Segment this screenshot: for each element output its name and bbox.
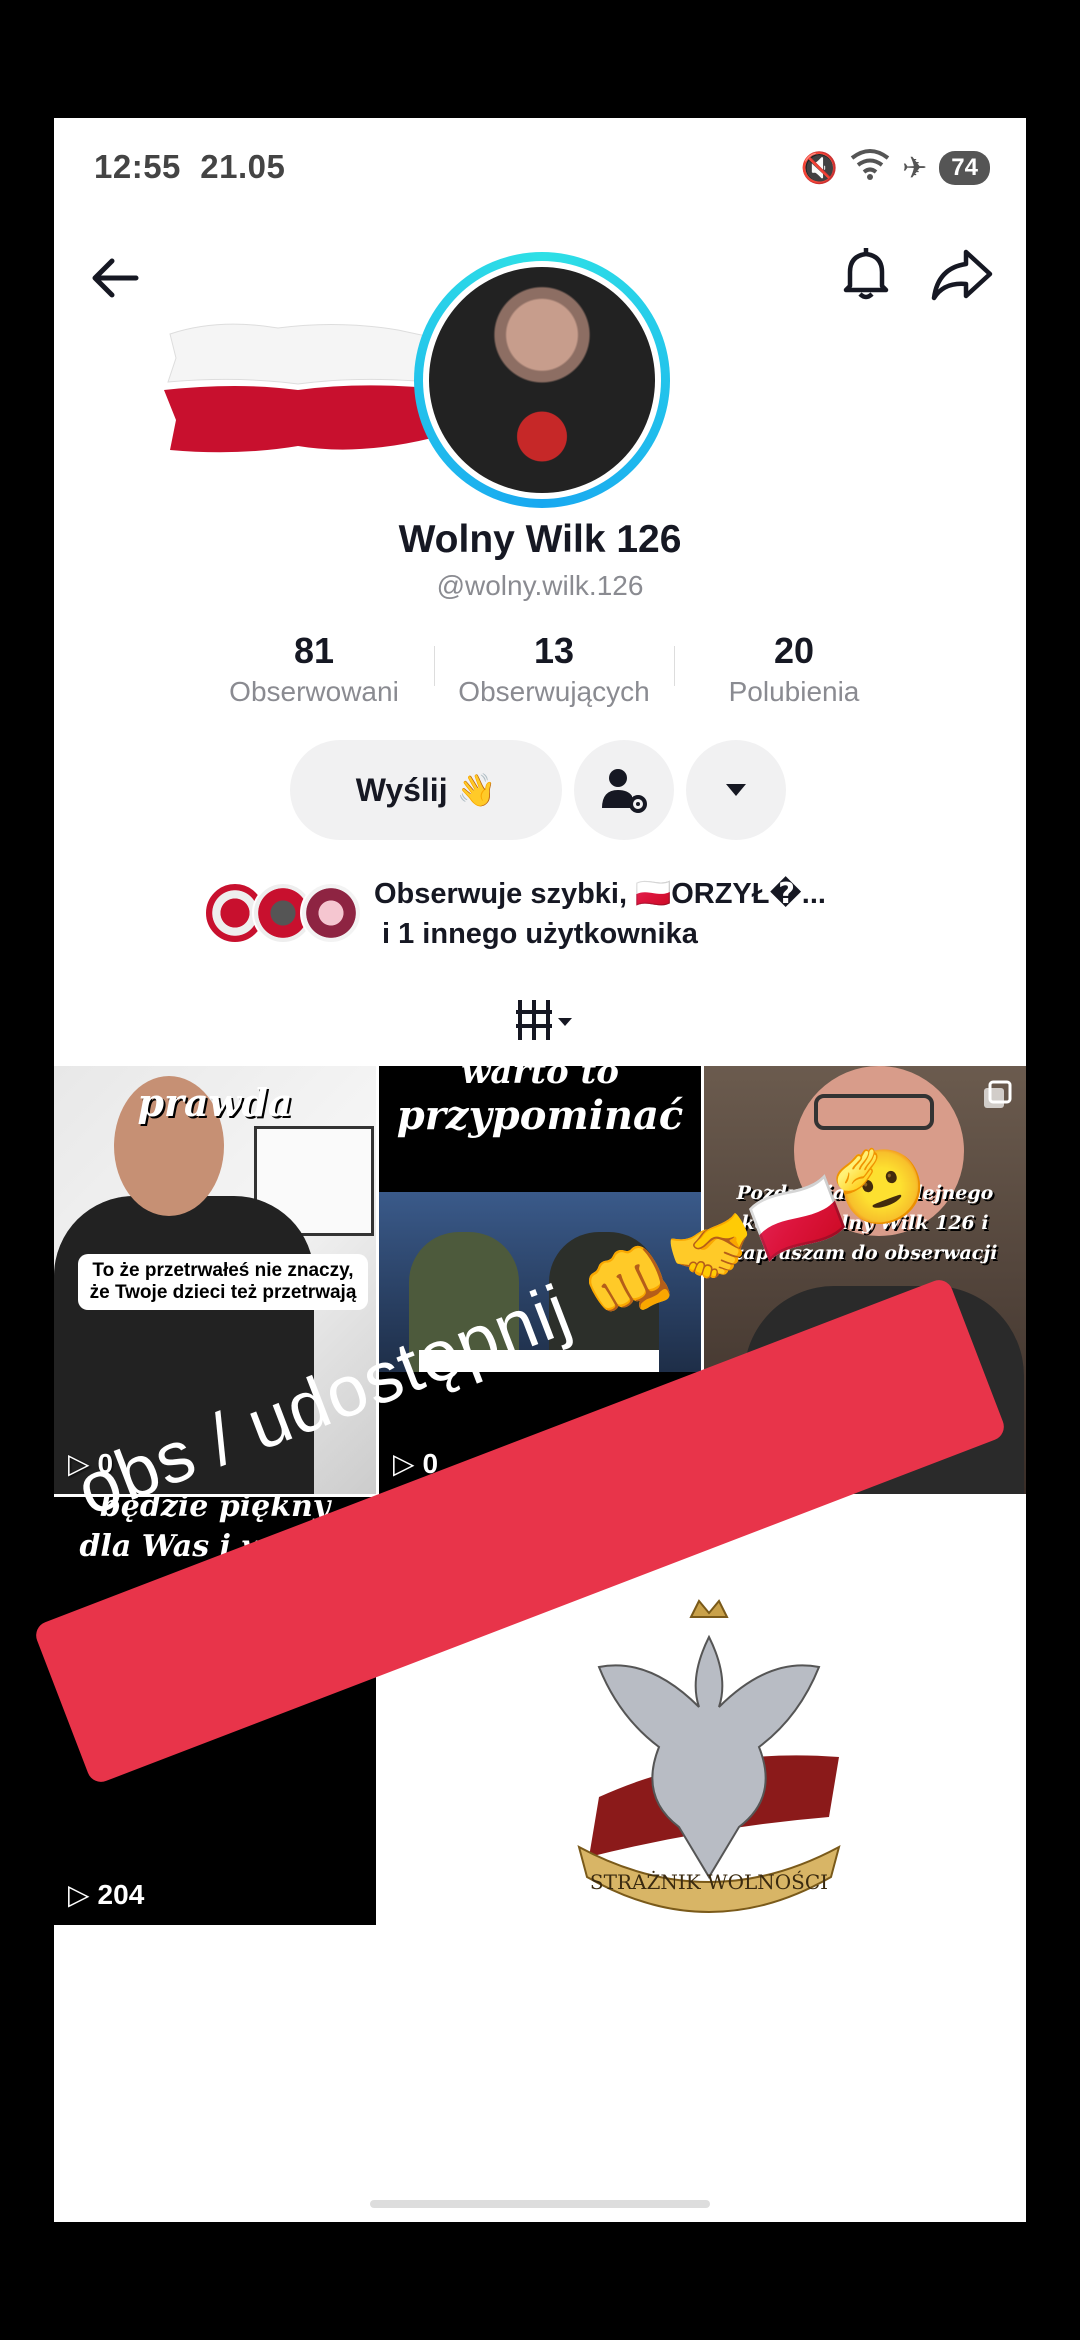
back-arrow-icon[interactable]	[86, 248, 146, 308]
stat-value: 81	[293, 630, 335, 671]
battery-indicator: 74	[939, 151, 990, 185]
stat-label: Obserwowani	[229, 676, 399, 707]
time-text: 12:55	[94, 148, 181, 185]
play-icon: ▷	[393, 1448, 415, 1479]
glasses	[814, 1094, 934, 1130]
video-caption-top: warto to	[461, 1066, 619, 1092]
chevron-down-icon	[726, 784, 746, 796]
stat-likes[interactable]: 20 Polubienia	[674, 630, 914, 720]
stat-following[interactable]: 81 Obserwowani	[194, 630, 434, 720]
multi-photo-icon	[984, 1080, 1012, 1108]
status-bar: 12:55 21.05 🔇 ✈ 74	[54, 118, 1026, 214]
bell-icon[interactable]	[834, 242, 898, 306]
profile-name: Wolny Wilk 126	[398, 518, 682, 561]
avatar-shirt	[474, 391, 610, 482]
mini-avatar	[300, 882, 362, 944]
following-avatars	[204, 882, 364, 948]
video-overlay-text: To że przetrwałeś nie znaczy, że Twoje d…	[78, 1254, 368, 1310]
following-line-1: Obserwuje szybki, 🇵🇱ORZYŁ�...	[374, 878, 826, 910]
videos-tab-icon[interactable]	[514, 996, 584, 1046]
stat-value: 20	[773, 630, 815, 671]
video-caption: przypominać	[396, 1092, 684, 1139]
mute-icon: 🔇	[800, 151, 839, 185]
more-dropdown-button[interactable]	[686, 740, 786, 840]
emblem-text: STRAŻNIK WOLNOŚCI	[590, 1869, 828, 1894]
stat-followers[interactable]: 13 Obserwujących	[434, 630, 674, 720]
video-caption: prawda	[137, 1080, 293, 1125]
profile-stats: 81 Obserwowani 13 Obserwujących 20 Polub…	[194, 630, 914, 720]
views-text: 204	[97, 1878, 145, 1910]
user-gear-icon	[602, 769, 647, 813]
send-message-button[interactable]: Wyślij 👋	[290, 740, 562, 840]
following-text: Obserwuje szybki, 🇵🇱ORZYŁ�... i 1 innego…	[374, 874, 826, 954]
following-summary[interactable]: Obserwuje szybki, 🇵🇱ORZYŁ�... i 1 innego…	[204, 874, 964, 964]
share-icon[interactable]	[928, 242, 996, 306]
airplane-icon: ✈	[902, 151, 928, 185]
polish-eagle-image: STRAŻNIK WOLNOŚCI	[577, 1599, 841, 1913]
profile-avatar[interactable]	[414, 252, 670, 508]
home-indicator[interactable]	[370, 2200, 710, 2208]
date-text: 21.05	[200, 148, 286, 185]
avatar-border	[423, 261, 661, 499]
stat-label: Obserwujących	[458, 676, 650, 707]
avatar-photo	[429, 267, 655, 493]
play-icon: ▷	[68, 1879, 90, 1910]
wifi-icon	[850, 148, 890, 188]
stat-label: Polubienia	[728, 676, 860, 707]
profile-handle: @wolny.wilk.126	[436, 570, 644, 601]
status-icons: 🔇 ✈ 74	[801, 148, 990, 188]
action-buttons: Wyślij 👋	[290, 740, 786, 840]
view-count: ▷ 204	[68, 1878, 144, 1911]
status-time: 12:55 21.05	[94, 148, 285, 186]
follow-settings-button[interactable]	[574, 740, 674, 840]
stat-value: 13	[533, 630, 575, 671]
following-line-2: i 1 innego użytkownika	[382, 918, 698, 950]
poland-flag-decoration	[158, 310, 448, 470]
